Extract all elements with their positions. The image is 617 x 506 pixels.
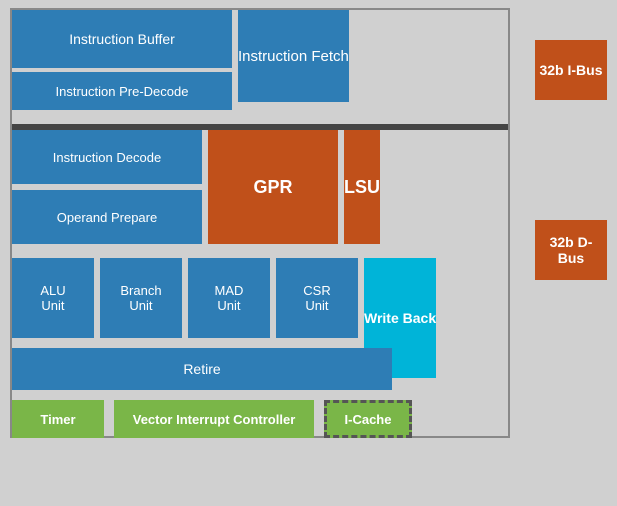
branch-unit-block: BranchUnit: [100, 258, 182, 338]
alu-unit-block: ALUUnit: [12, 258, 94, 338]
instruction-buffer-label: Instruction Buffer: [69, 31, 175, 47]
left-col: Instruction Buffer Instruction Pre-Decod…: [12, 10, 232, 110]
timer-label: Timer: [40, 412, 75, 427]
icache-label: I-Cache: [345, 412, 392, 427]
timer-block: Timer: [12, 400, 104, 438]
gpr-block: GPR: [208, 130, 338, 244]
mad-unit-block: MADUnit: [188, 258, 270, 338]
instruction-predecode-block: Instruction Pre-Decode: [12, 72, 232, 110]
bus-d-label: 32b D- Bus: [535, 234, 607, 266]
decode-area: Instruction Decode Operand Prepare: [12, 130, 202, 244]
mad-unit-label: MADUnit: [215, 283, 244, 313]
branch-unit-label: BranchUnit: [120, 283, 161, 313]
instruction-predecode-label: Instruction Pre-Decode: [56, 84, 189, 99]
csr-unit-block: CSRUnit: [276, 258, 358, 338]
icache-block: I-Cache: [324, 400, 412, 438]
retire-block: Retire: [12, 348, 392, 390]
write-back-label: Write Back: [364, 310, 436, 326]
bus-d-block: 32b D- Bus: [535, 220, 607, 280]
instruction-decode-block: Instruction Decode: [12, 130, 202, 184]
bus-i-block: 32b I-Bus: [535, 40, 607, 100]
retire-label: Retire: [183, 361, 220, 377]
operand-prepare-block: Operand Prepare: [12, 190, 202, 244]
units-group: ALUUnit BranchUnit MADUnit CSRUnit: [12, 258, 358, 338]
instruction-fetch-block: Instruction Fetch: [238, 10, 349, 102]
lsu-label: LSU: [344, 177, 380, 198]
csr-unit-label: CSRUnit: [303, 283, 330, 313]
bus-i-label: 32b I-Bus: [539, 62, 602, 78]
instruction-decode-label: Instruction Decode: [53, 150, 161, 165]
gpr-label: GPR: [253, 177, 292, 198]
instruction-fetch-label: Instruction Fetch: [238, 48, 349, 65]
lsu-block: LSU: [344, 130, 380, 244]
alu-unit-label: ALUUnit: [40, 283, 65, 313]
vic-label: Vector Interrupt Controller: [133, 412, 296, 427]
instruction-buffer-block: Instruction Buffer: [12, 10, 232, 68]
operand-prepare-label: Operand Prepare: [57, 210, 157, 225]
vic-block: Vector Interrupt Controller: [114, 400, 314, 438]
